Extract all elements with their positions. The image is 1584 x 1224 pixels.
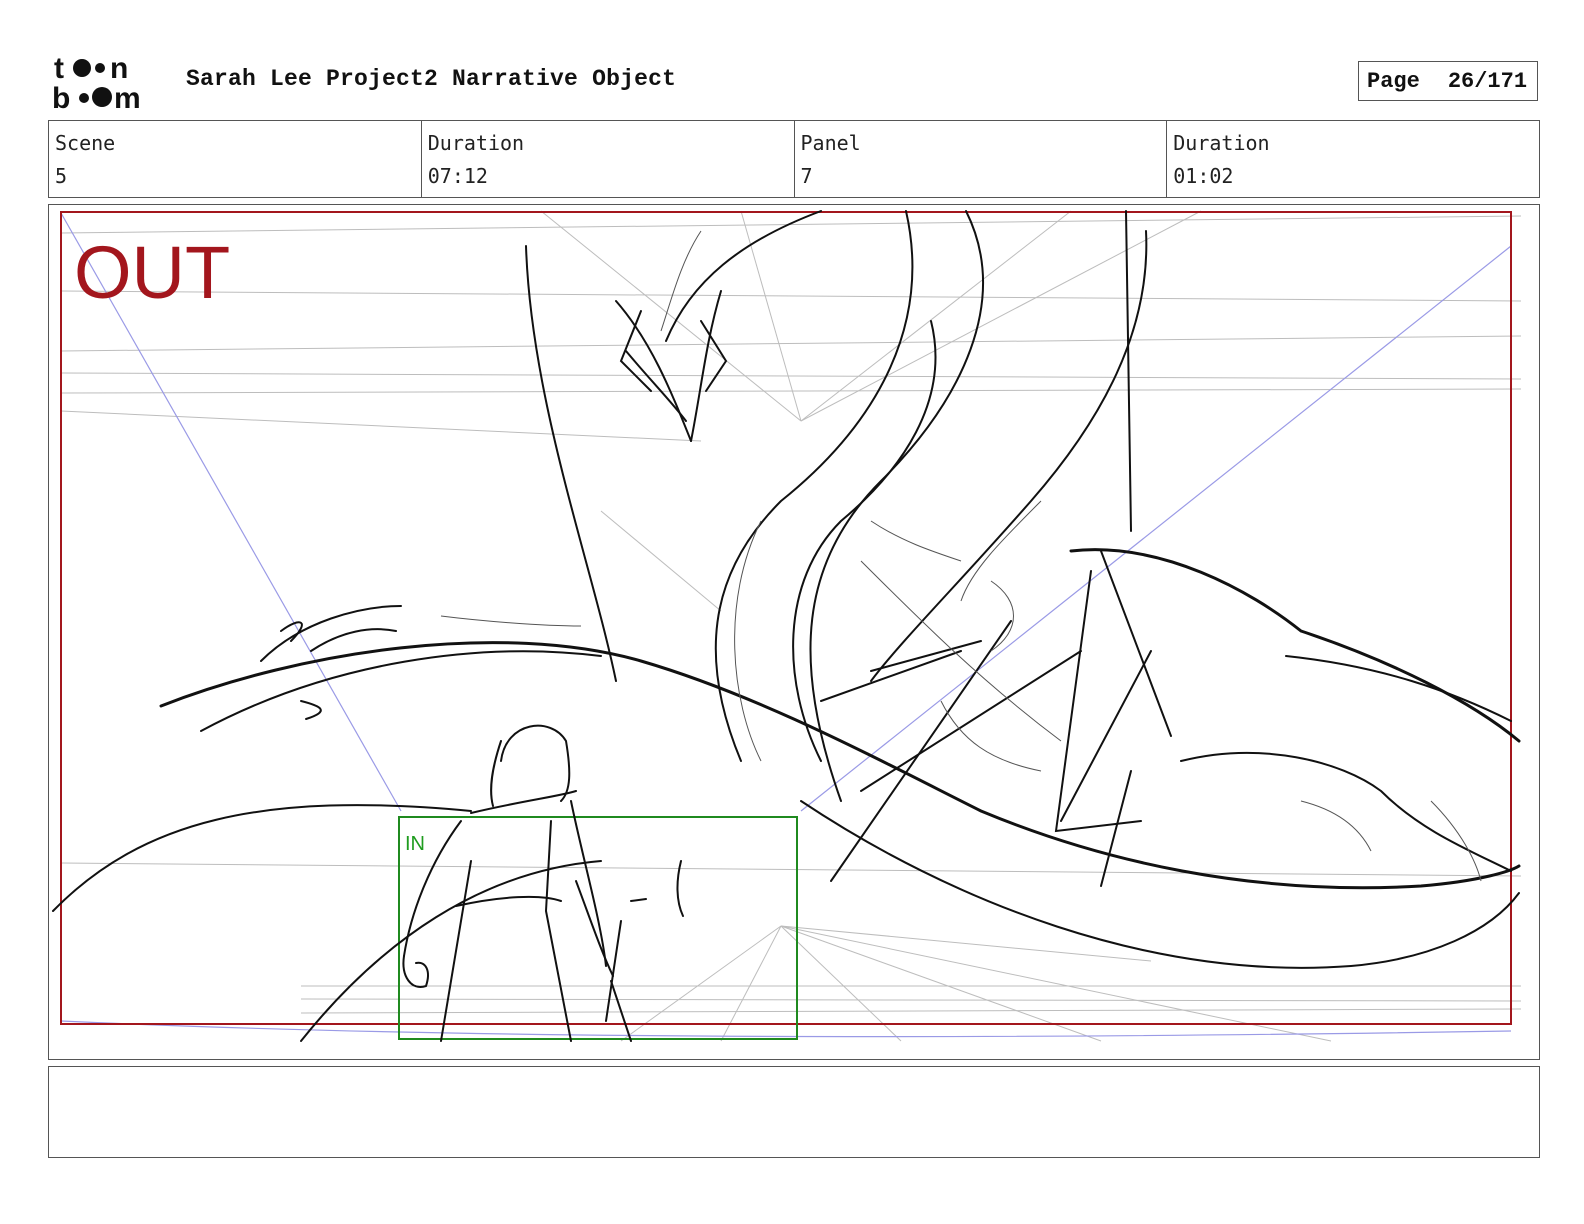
svg-text:m: m <box>114 82 141 112</box>
toon-boom-logo: t n b m <box>52 52 141 112</box>
panel-value: 7 <box>800 164 813 188</box>
panel-cell: Panel 7 <box>795 121 1168 197</box>
page-indicator: Page 26/171 <box>1358 61 1538 101</box>
in-frame <box>398 816 798 1040</box>
panel-notes-box[interactable] <box>48 1066 1540 1158</box>
panel-duration-label: Duration <box>1173 131 1270 155</box>
panel-sketch <box>52 210 1522 1042</box>
page-label: Page <box>1367 68 1420 94</box>
light-sketch <box>440 230 1482 882</box>
scene-duration-label: Duration <box>427 131 525 155</box>
perspective-guides <box>60 210 1522 1042</box>
panel-duration-value: 01:02 <box>1173 164 1234 188</box>
project-title: Sarah Lee Project2 Narrative Object <box>186 66 677 92</box>
dragon-sketch <box>52 210 1521 1042</box>
out-label: OUT <box>74 231 231 314</box>
svg-text:b: b <box>52 82 70 112</box>
scene-info-row: Scene 5 Duration 07:12 Panel 7 Duration … <box>48 120 1540 198</box>
in-label: IN <box>405 833 425 855</box>
out-frame <box>60 211 1512 1025</box>
panel-duration-cell: Duration 01:02 <box>1167 121 1539 197</box>
scene-duration-cell: Duration 07:12 <box>422 121 795 197</box>
panel-label: Panel <box>800 131 861 155</box>
svg-text:n: n <box>110 52 128 85</box>
scene-duration-value: 07:12 <box>427 164 488 188</box>
page-number: 26/171 <box>1447 68 1528 94</box>
scene-label: Scene <box>55 131 116 155</box>
svg-text:t: t <box>54 52 64 85</box>
scene-value: 5 <box>55 164 68 188</box>
scene-cell: Scene 5 <box>49 121 422 197</box>
storyboard-panel <box>48 204 1540 1060</box>
